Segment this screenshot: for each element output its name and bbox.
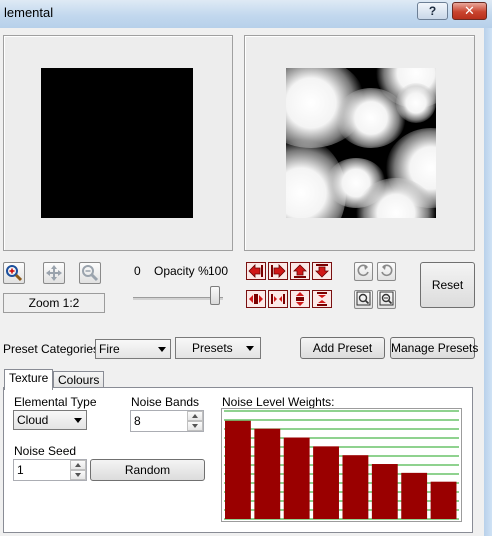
rotate-right-button[interactable] — [377, 262, 396, 281]
preset-category-value: Fire — [99, 342, 120, 356]
move-up-button[interactable] — [290, 262, 310, 280]
noise-bands-value: 8 — [134, 414, 141, 428]
random-button[interactable]: Random — [90, 459, 205, 481]
move-right-button[interactable] — [268, 262, 288, 280]
elemental-type-select[interactable]: Cloud — [13, 410, 87, 430]
add-preset-button[interactable]: Add Preset — [300, 337, 385, 359]
weight-bar-7[interactable] — [401, 472, 428, 519]
spin-up-icon[interactable] — [187, 411, 203, 421]
spin-up-icon[interactable] — [70, 460, 86, 470]
arrow-down-icon — [315, 264, 329, 278]
source-preview-image — [41, 68, 193, 218]
noise-weights-chart-box[interactable] — [221, 408, 462, 522]
pan-button[interactable] — [43, 262, 65, 284]
weight-bar-5[interactable] — [342, 455, 369, 519]
weight-bar-2[interactable] — [254, 428, 281, 519]
opacity-min-label: 0 — [134, 264, 141, 278]
preset-categories-label: Preset Categories: — [3, 342, 103, 356]
shrink-horizontal-icon — [271, 294, 285, 304]
rotate-left-button[interactable] — [354, 262, 373, 281]
weight-bar-4[interactable] — [313, 446, 339, 519]
presets-dropdown-button[interactable]: Presets — [175, 337, 261, 359]
chevron-down-icon — [158, 347, 166, 352]
rotate-right-icon — [381, 264, 393, 277]
stretch-vertical-button[interactable] — [290, 290, 310, 308]
zoom-actual-icon — [379, 291, 394, 306]
opacity-label: Opacity % — [154, 264, 209, 278]
noise-seed-spinner[interactable]: 1 — [13, 459, 87, 481]
stretch-horizontal-icon — [249, 294, 263, 304]
noise-weights-chart[interactable] — [222, 409, 461, 521]
title-bar: lemental ? ✕ — [0, 0, 492, 28]
manage-presets-button[interactable]: Manage Presets — [390, 337, 478, 359]
move-icon — [46, 265, 62, 281]
spin-down-icon[interactable] — [70, 470, 86, 480]
chevron-down-icon — [246, 346, 254, 351]
arrow-right-icon — [271, 264, 286, 278]
elemental-type-label: Elemental Type — [14, 395, 97, 409]
opacity-slider-thumb[interactable] — [210, 286, 220, 305]
weight-bar-6[interactable] — [371, 464, 398, 519]
weight-bar-1[interactable] — [225, 420, 251, 519]
zoom-fit-button[interactable] — [354, 290, 373, 309]
arrow-up-icon — [293, 264, 307, 278]
zoom-out-icon — [82, 265, 99, 282]
arrow-left-icon — [248, 264, 263, 278]
noise-bands-spinner[interactable]: 8 — [130, 410, 204, 432]
reset-button[interactable]: Reset — [420, 262, 475, 308]
tab-texture[interactable]: Texture — [4, 369, 54, 390]
opacity-max-label: 100 — [208, 264, 229, 278]
source-preview-pane — [3, 35, 233, 251]
window-title: lemental — [4, 5, 54, 20]
window-frame — [484, 28, 492, 536]
close-button[interactable]: ✕ — [452, 2, 487, 20]
zoom-actual-button[interactable] — [377, 290, 396, 309]
presets-label: Presets — [192, 341, 233, 355]
noise-level-weights-label: Noise Level Weights: — [222, 395, 335, 409]
chevron-down-icon — [74, 418, 82, 423]
move-left-button[interactable] — [246, 262, 266, 280]
shrink-vertical-icon — [317, 292, 327, 306]
preset-category-select[interactable]: Fire — [95, 339, 171, 359]
zoom-in-icon — [6, 265, 23, 282]
zoom-readout: Zoom 1:2 — [3, 293, 105, 313]
rotate-left-icon — [357, 264, 369, 277]
weight-bar-8[interactable] — [430, 481, 457, 519]
shrink-vertical-button[interactable] — [312, 290, 332, 308]
zoom-out-button[interactable] — [79, 262, 101, 284]
weight-bar-3[interactable] — [283, 437, 310, 519]
noise-seed-value: 1 — [17, 463, 24, 477]
stretch-horizontal-button[interactable] — [246, 290, 266, 308]
result-preview-pane — [244, 35, 475, 251]
elemental-type-value: Cloud — [17, 413, 49, 427]
shrink-horizontal-button[interactable] — [268, 290, 288, 308]
help-button[interactable]: ? — [417, 2, 448, 20]
stretch-vertical-icon — [296, 292, 304, 306]
noise-bands-label: Noise Bands — [131, 395, 200, 409]
zoom-fit-icon — [356, 291, 371, 306]
spin-down-icon[interactable] — [187, 421, 203, 431]
tab-colours[interactable]: Colours — [53, 371, 105, 388]
result-preview-image — [286, 68, 436, 218]
zoom-in-button[interactable] — [3, 262, 25, 284]
move-down-button[interactable] — [312, 262, 332, 280]
noise-seed-label: Noise Seed — [14, 444, 77, 458]
